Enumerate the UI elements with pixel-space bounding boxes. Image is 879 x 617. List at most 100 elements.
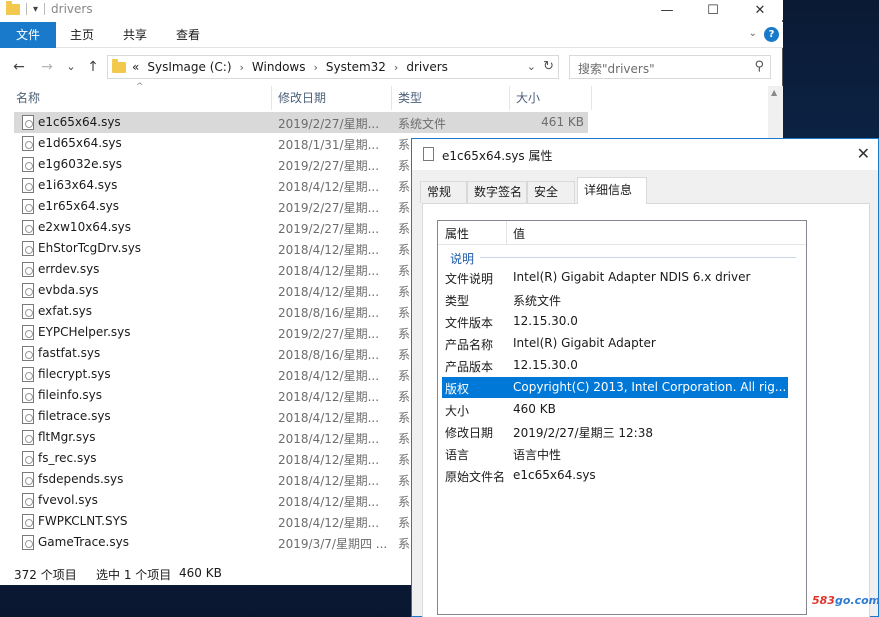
file-type: 系 <box>398 369 411 383</box>
address-bar[interactable]: « SysImage (C:) › Windows › System32 › d… <box>107 55 559 79</box>
property-row[interactable]: 修改日期 2019/2/27/星期三 12:38 <box>442 421 788 442</box>
system-file-icon <box>22 472 34 487</box>
property-row[interactable]: 语言 语言中性 <box>442 443 788 464</box>
file-name: evbda.sys <box>38 283 99 297</box>
column-header-value[interactable]: 值 <box>513 225 525 242</box>
scroll-up-icon[interactable]: ▲ <box>771 88 777 97</box>
tab-view[interactable]: 查看 <box>162 22 214 48</box>
column-header-property[interactable]: 属性 <box>445 225 469 242</box>
system-file-icon <box>22 409 34 424</box>
tab-file[interactable]: 文件 <box>0 22 56 48</box>
property-key: 语言 <box>445 448 470 462</box>
system-file-icon <box>22 262 34 277</box>
property-row[interactable]: 产品版本 12.15.30.0 <box>442 355 788 376</box>
breadcrumb-item-c-drive[interactable]: SysImage (C:) <box>147 60 231 74</box>
property-key: 版权 <box>445 382 470 396</box>
file-name: fs_rec.sys <box>38 451 97 465</box>
recent-locations-button[interactable]: ⌄ <box>62 58 80 76</box>
property-row[interactable]: 产品名称 Intel(R) Gigabit Adapter <box>442 333 788 354</box>
system-file-icon <box>22 115 34 130</box>
file-name: e1g6032e.sys <box>38 157 122 171</box>
property-row[interactable]: 文件说明 Intel(R) Gigabit Adapter NDIS 6.x dr… <box>442 267 788 288</box>
breadcrumb-item-system32[interactable]: System32 <box>326 60 386 74</box>
file-name: fvevol.sys <box>38 493 98 507</box>
tab-security[interactable]: 安全 <box>527 181 575 203</box>
minimize-button[interactable]: — <box>644 0 690 20</box>
property-value: 系统文件 <box>513 294 562 308</box>
ribbon-expand-icon[interactable]: ⌄ <box>749 28 757 39</box>
tab-details[interactable]: 详细信息 <box>577 177 647 204</box>
file-row[interactable]: e1c65x64.sys 2019/2/27/星期... 系统文件 461 KB <box>14 112 588 133</box>
file-type: 系 <box>398 411 411 425</box>
system-file-icon <box>22 136 34 151</box>
file-name: EhStorTcgDrv.sys <box>38 241 142 255</box>
chevron-down-icon[interactable]: ⌄ <box>527 60 536 73</box>
column-header-name[interactable]: 名称 <box>10 86 272 110</box>
quick-access-toolbar: ▾ drivers <box>6 0 93 16</box>
file-date: 2018/4/12/星期... <box>278 390 380 404</box>
property-row[interactable]: 文件版本 12.15.30.0 <box>442 311 788 332</box>
tab-general[interactable]: 常规 <box>420 181 467 203</box>
property-row[interactable]: 类型 系统文件 <box>442 289 788 310</box>
file-name: e1r65x64.sys <box>38 199 120 213</box>
system-file-icon <box>22 430 34 445</box>
chevron-right-icon[interactable]: › <box>313 61 317 74</box>
file-name: e1d65x64.sys <box>38 136 122 150</box>
file-type: 系 <box>398 243 411 257</box>
breadcrumb-item-windows[interactable]: Windows <box>252 60 306 74</box>
customize-toolbar-icon[interactable]: ▾ <box>33 4 38 15</box>
tab-home[interactable]: 主页 <box>56 22 108 48</box>
property-value: Intel(R) Gigabit Adapter NDIS 6.x driver <box>513 270 751 284</box>
file-name: filecrypt.sys <box>38 367 111 381</box>
file-date: 2019/2/27/星期... <box>278 201 380 215</box>
file-date: 2018/4/12/星期... <box>278 180 380 194</box>
column-divider[interactable] <box>506 221 507 245</box>
column-header-type[interactable]: 类型 <box>392 86 510 110</box>
file-type: 系 <box>398 138 411 152</box>
group-divider <box>480 257 796 258</box>
search-placeholder: 搜索"drivers" <box>578 62 655 76</box>
tab-digital-signatures[interactable]: 数字签名 <box>467 181 527 203</box>
property-value: 12.15.30.0 <box>513 358 578 372</box>
file-size: 461 KB <box>541 115 584 129</box>
watermark-logo: 583go.com <box>812 594 879 607</box>
chevron-right-icon[interactable]: › <box>240 61 244 74</box>
breadcrumb: « SysImage (C:) › Windows › System32 › d… <box>132 60 448 74</box>
breadcrumb-overflow[interactable]: « <box>132 60 139 74</box>
property-row[interactable]: 原始文件名 e1c65x64.sys <box>442 465 788 486</box>
file-date: 2019/2/27/星期... <box>278 222 380 236</box>
property-value: 2019/2/27/星期三 12:38 <box>513 426 653 440</box>
close-button[interactable]: ✕ <box>737 0 783 20</box>
file-date: 2018/8/16/星期... <box>278 348 380 362</box>
maximize-button[interactable]: ☐ <box>690 0 736 20</box>
property-row[interactable]: 版权 Copyright(C) 2013, Intel Corporation. … <box>442 377 788 398</box>
status-item-count: 372 个项目 <box>14 568 77 582</box>
property-row[interactable]: 大小 460 KB <box>442 399 788 420</box>
property-value: 460 KB <box>513 402 556 416</box>
file-type: 系 <box>398 222 411 236</box>
search-input[interactable]: 搜索"drivers" ⚲ <box>569 55 771 79</box>
up-button[interactable]: ↑ <box>84 58 102 76</box>
chevron-right-icon[interactable]: › <box>394 61 398 74</box>
forward-button[interactable]: → <box>38 58 56 76</box>
file-date: 2018/4/12/星期... <box>278 264 380 278</box>
tab-share[interactable]: 共享 <box>109 22 161 48</box>
column-header-date[interactable]: 修改日期 <box>272 86 392 110</box>
help-icon[interactable]: ? <box>764 27 779 42</box>
file-type: 系 <box>398 453 411 467</box>
column-header-size[interactable]: 大小 <box>510 86 592 110</box>
refresh-icon[interactable]: ↻ <box>543 59 554 74</box>
file-type: 系 <box>398 306 411 320</box>
dialog-close-button[interactable]: ✕ <box>857 144 870 163</box>
property-value: 12.15.30.0 <box>513 314 578 328</box>
system-file-icon <box>22 325 34 340</box>
file-date: 2019/2/27/星期... <box>278 327 380 341</box>
dialog-title: e1c65x64.sys 属性 <box>442 149 553 163</box>
property-list: 属性 值 说明 文件说明 Intel(R) Gigabit Adapter NDI… <box>437 220 807 615</box>
file-date: 2019/2/27/星期... <box>278 117 380 131</box>
back-button[interactable]: ← <box>10 58 28 76</box>
property-key: 大小 <box>445 404 470 418</box>
breadcrumb-item-drivers[interactable]: drivers <box>406 60 448 74</box>
file-type: 系 <box>398 495 411 509</box>
search-icon[interactable]: ⚲ <box>754 59 764 74</box>
